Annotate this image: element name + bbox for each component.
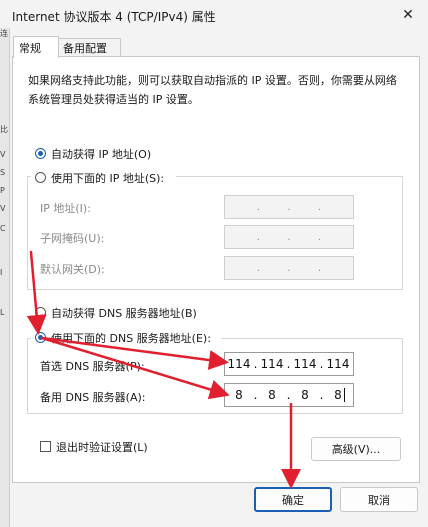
radio-auto-ip-label[interactable]: 自动获得 IP 地址(O): [51, 146, 151, 162]
alternate-dns-label: 备用 DNS 服务器(A):: [40, 391, 146, 404]
description-text: 如果网络支持此功能，则可以获取自动指派的 IP 设置。否则，你需要从网络系统管理…: [28, 74, 397, 106]
octet: 8: [301, 388, 309, 402]
tab-label: 备用配置: [63, 42, 107, 55]
ok-button[interactable]: 确定: [254, 487, 332, 512]
octet-dot: .: [287, 262, 291, 274]
radio-manual-ip[interactable]: [35, 172, 46, 183]
tab-general[interactable]: 常规: [13, 36, 59, 58]
octet: 8: [235, 388, 243, 402]
octet-dot: .: [318, 231, 322, 243]
advanced-button[interactable]: 高级(V)...: [311, 437, 401, 461]
octet: 8: [334, 388, 342, 402]
octet: 114: [293, 357, 317, 371]
octet: 8: [268, 388, 276, 402]
tab-alternate-configuration[interactable]: 备用配置: [57, 38, 121, 57]
radio-auto-ip[interactable]: [35, 148, 46, 159]
octet-dot: .: [256, 262, 260, 274]
ip-address-input[interactable]: . . .: [224, 195, 354, 219]
cancel-button[interactable]: 取消: [340, 487, 418, 512]
octet-dot: .: [256, 201, 260, 213]
octet: 114: [227, 357, 251, 371]
radio-manual-ip-label[interactable]: 使用下面的 IP 地址(S):: [51, 170, 164, 186]
octet-dot: .: [256, 231, 260, 243]
radio-auto-dns[interactable]: [35, 307, 46, 318]
default-gateway-input[interactable]: . . .: [224, 256, 354, 280]
preferred-dns-input[interactable]: 114 . 114 . 114 . 114: [224, 352, 354, 376]
close-icon: ✕: [402, 7, 414, 23]
ip-address-label: IP 地址(I):: [40, 202, 91, 215]
octet: 114: [326, 357, 350, 371]
text-caret: [344, 388, 345, 402]
radio-manual-dns[interactable]: [35, 332, 46, 343]
side-fragment: P: [0, 186, 5, 195]
radio-manual-dns-label[interactable]: 使用下面的 DNS 服务器地址(E):: [51, 330, 211, 346]
octet-dot: .: [287, 201, 291, 213]
tab-label: 常规: [19, 41, 41, 55]
default-gateway-label: 默认网关(D):: [40, 263, 105, 276]
side-fragment: 连: [0, 29, 8, 38]
validate-on-exit-label[interactable]: 退出时验证设置(L): [56, 439, 148, 455]
alternate-dns-input[interactable]: 8 . 8 . 8 . 8: [224, 383, 354, 407]
radio-auto-dns-label[interactable]: 自动获得 DNS 服务器地址(B): [51, 305, 197, 321]
side-fragment: V: [0, 150, 6, 159]
preferred-dns-label: 首选 DNS 服务器(P):: [40, 360, 145, 373]
subnet-mask-label: 子网掩码(U):: [40, 232, 105, 245]
octet-dot: .: [318, 201, 322, 213]
close-button[interactable]: ✕: [394, 3, 422, 27]
side-fragment: S: [0, 168, 6, 177]
octet: 114: [260, 357, 284, 371]
side-fragment: 比: [0, 125, 8, 134]
validate-on-exit-checkbox[interactable]: [40, 441, 51, 452]
side-fragment: L: [0, 308, 5, 317]
side-fragment: I: [0, 268, 3, 277]
octet-dot: .: [318, 262, 322, 274]
side-fragment: V: [0, 204, 6, 213]
subnet-mask-input[interactable]: . . .: [224, 225, 354, 249]
background-window-strip: 连 比 V S P V C I L: [0, 28, 10, 527]
octet-dot: .: [287, 231, 291, 243]
side-fragment: C: [0, 224, 6, 233]
window-title: Internet 协议版本 4 (TCP/IPv4) 属性: [12, 10, 216, 24]
